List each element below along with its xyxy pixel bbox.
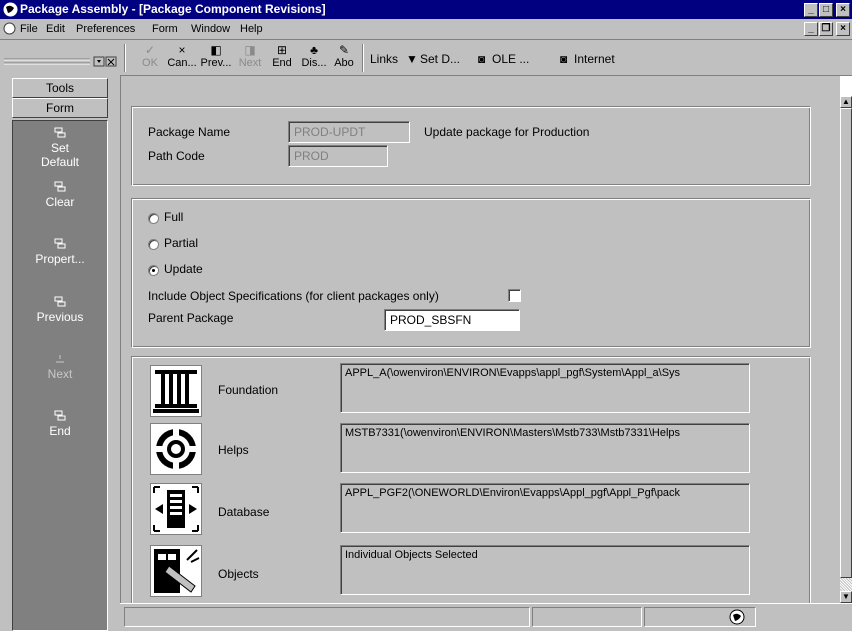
form-body: Package Name PROD-UPDT Update package fo… [120,76,840,606]
exit-icon [54,296,66,307]
database-icon[interactable] [150,483,202,535]
app-globe-icon [3,2,18,17]
side-item-clear[interactable]: Clear [13,181,107,209]
toolbar-separator [124,44,126,72]
toolbar-separator [362,44,364,72]
menu-bar: File Edit Preferences Form Window Help _… [0,19,852,40]
menu-help[interactable]: Help [240,23,263,35]
next-button[interactable]: ◨ Next [234,43,266,69]
side-item-previous[interactable]: Previous [13,296,107,324]
scroll-track[interactable] [840,578,852,591]
status-bar [120,603,852,631]
about-icon: ✎ [338,43,350,57]
component-path-helps[interactable]: MSTB7331(\owenviron\ENVIRON\Masters\Mstb… [340,423,750,473]
doc-restore-button[interactable]: ❐ [819,22,833,36]
form-exit-panel: Set Default Clear Propert... Previous Nex… [12,120,108,631]
cancel-button[interactable]: × Can... [166,43,198,69]
package-description: Update package for Production [424,125,590,139]
scroll-up-arrow-icon[interactable]: ▲ [840,96,852,108]
menu-edit[interactable]: Edit [46,23,65,35]
component-name-objects: Objects [218,567,259,581]
radio-full[interactable] [148,213,159,224]
scroll-down-arrow-icon[interactable]: ▼ [840,591,852,603]
path-code-field: PROD [288,145,388,167]
previous-button[interactable]: ◧ Prev... [200,43,232,69]
radio-update-label: Update [164,262,203,276]
minimize-button[interactable]: _ [804,3,818,17]
status-cell-message [124,607,530,627]
scroll-thumb[interactable] [840,108,852,578]
menu-window[interactable]: Window [191,23,230,35]
display-icon: ♣ [310,43,318,57]
internet-link-icon: ◙ [560,52,568,66]
form-button[interactable]: Form [12,98,108,118]
set-default-link[interactable]: Set D... [420,52,460,66]
vertical-scrollbar[interactable]: ▲ ▼ [840,96,852,603]
path-code-label: Path Code [148,149,205,163]
side-item-properties[interactable]: Propert... [13,238,107,266]
package-header-group: Package Name PROD-UPDT Update package fo… [131,106,811,186]
links-menu[interactable]: Links [370,52,398,66]
package-type-group: Full Partial Update Include Object Speci… [131,198,811,348]
component-path-objects[interactable]: Individual Objects Selected [340,545,750,595]
ole-link[interactable]: OLE ... [492,52,529,66]
parent-package-label: Parent Package [148,311,234,325]
about-button[interactable]: ✎ Abo [328,43,360,69]
radio-partial-label: Partial [164,236,199,250]
component-name-database: Database [218,505,270,519]
prev-icon: ◧ [210,43,222,57]
x-icon: × [178,43,186,57]
close-button[interactable]: × [836,3,850,17]
component-path-foundation[interactable]: APPL_A(\owenviron\ENVIRON\Evapps\appl_pg… [340,363,750,413]
parent-package-field[interactable]: PROD_SBSFN [384,309,520,331]
menu-file[interactable]: File [20,23,38,35]
title-bar: Package Assembly - [Package Component Re… [0,0,852,19]
tools-grip[interactable] [2,56,118,68]
doc-minimize-button[interactable]: _ [804,22,818,36]
toolbar: ✓ OK × Can... ◧ Prev... ◨ Next ⊞ End ♣ D… [120,40,852,76]
exit-icon [54,181,66,192]
exit-icon [54,410,66,421]
tools-sidebar: Tools Form Set Default Clear Propert... P… [0,40,120,631]
network-globe-icon [729,609,745,625]
tools-button[interactable]: Tools [12,78,108,98]
include-specs-label: Include Object Specifications (for clien… [148,289,439,303]
end-button[interactable]: ⊞ End [266,43,298,69]
menu-preferences[interactable]: Preferences [76,23,135,35]
next-icon: ◨ [244,43,256,57]
side-item-next[interactable]: Next [13,353,107,381]
ole-link-icon: ◙ [478,52,486,66]
radio-update[interactable] [148,265,159,276]
status-cell-extra [644,607,756,627]
radio-partial[interactable] [148,239,159,250]
exit-icon [54,238,66,249]
maximize-button[interactable]: □ [819,3,833,17]
window-title: Package Assembly - [Package Component Re… [20,2,326,16]
internet-link[interactable]: Internet [574,52,615,66]
doc-close-button[interactable]: × [836,22,850,36]
check-icon: ✓ [144,43,156,57]
include-specs-checkbox[interactable] [508,289,521,302]
objects-icon[interactable] [150,545,202,597]
ok-button[interactable]: ✓ OK [134,43,166,69]
foundation-icon[interactable] [150,365,202,417]
menu-form[interactable]: Form [152,23,178,35]
helps-icon[interactable] [150,423,202,475]
end-icon: ⊞ [276,43,288,57]
status-cell-info [532,607,642,627]
exit-icon [54,127,66,138]
display-button[interactable]: ♣ Dis... [298,43,330,69]
package-name-field: PROD-UPDT [288,121,410,143]
exit-icon [56,355,64,363]
radio-full-label: Full [164,210,184,224]
package-name-label: Package Name [148,125,231,139]
component-name-foundation: Foundation [218,383,279,397]
component-path-database[interactable]: APPL_PGF2(\ONEWORLD\Environ\Evapps\Appl_… [340,483,750,533]
component-name-helps: Helps [218,443,249,457]
document-icon [3,22,16,35]
dropdown-arrow-icon: ▼ [406,52,418,66]
side-item-set-default[interactable]: Set Default [13,127,107,169]
components-group: Foundation APPL_A(\owenviron\ENVIRON\Eva… [131,356,811,606]
side-item-end[interactable]: End [13,410,107,438]
